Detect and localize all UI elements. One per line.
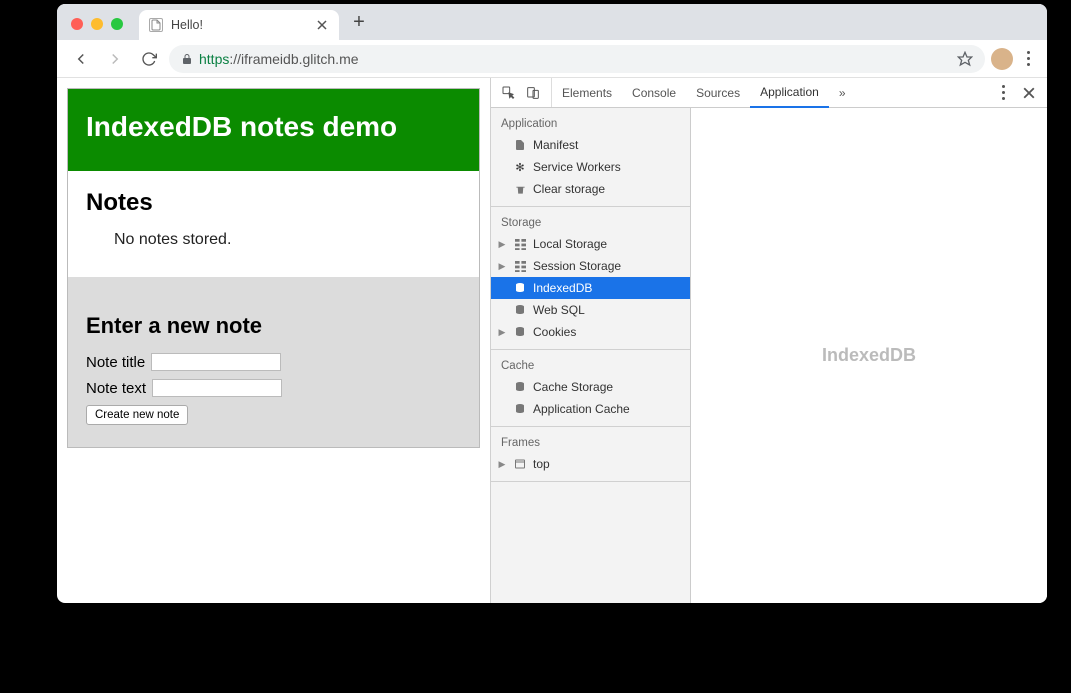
- lock-icon: [181, 53, 193, 65]
- text-field-row: Note text: [86, 379, 461, 397]
- inspect-element-button[interactable]: [497, 81, 521, 105]
- notes-section: Notes No notes stored.: [68, 171, 479, 269]
- section-title-storage: Storage: [491, 209, 690, 233]
- sidebar-item-web-sql[interactable]: Web SQL: [491, 299, 690, 321]
- grid-icon: [513, 259, 527, 273]
- section-cache: Cache Cache Storage Application Cache: [491, 350, 690, 427]
- url: https://iframeidb.glitch.me: [199, 51, 359, 67]
- section-title-frames: Frames: [491, 429, 690, 453]
- sidebar-item-local-storage[interactable]: ▶ Local Storage: [491, 233, 690, 255]
- devtools-main-label: IndexedDB: [822, 345, 916, 366]
- device-toolbar-button[interactable]: [521, 81, 545, 105]
- forward-button[interactable]: [101, 45, 129, 73]
- fullscreen-window-button[interactable]: [111, 18, 123, 30]
- devtools-tab-console[interactable]: Console: [622, 78, 686, 107]
- tab-strip: Hello! +: [57, 4, 1047, 40]
- devtools-tab-elements[interactable]: Elements: [552, 78, 622, 107]
- trash-icon: [513, 182, 527, 196]
- notes-empty-message: No notes stored.: [114, 231, 461, 249]
- gear-icon: ✻: [513, 160, 527, 174]
- devtools-tabs-overflow[interactable]: »: [829, 78, 856, 107]
- browser-menu-button[interactable]: [1019, 51, 1037, 66]
- database-icon: [513, 380, 527, 394]
- sidebar-item-manifest[interactable]: Manifest: [491, 134, 690, 156]
- devtools-main: IndexedDB: [691, 108, 1047, 603]
- close-window-button[interactable]: [71, 18, 83, 30]
- create-note-button[interactable]: Create new note: [86, 405, 188, 425]
- content-area: IndexedDB notes demo Notes No notes stor…: [57, 78, 1047, 603]
- page-title: IndexedDB notes demo: [86, 111, 461, 143]
- section-title-cache: Cache: [491, 352, 690, 376]
- label-note-text: Note text: [86, 380, 146, 397]
- devtools-sidebar: Application Manifest ✻ Service Workers C…: [491, 108, 691, 603]
- tab-title: Hello!: [171, 18, 307, 32]
- profile-avatar[interactable]: [991, 48, 1013, 70]
- devtools-tab-sources[interactable]: Sources: [686, 78, 750, 107]
- page-wrap: IndexedDB notes demo Notes No notes stor…: [67, 88, 480, 448]
- section-frames: Frames ▶ top: [491, 427, 690, 482]
- section-storage: Storage ▶ Local Storage ▶ Session Storag…: [491, 207, 690, 350]
- caret-icon: ▶: [497, 459, 507, 470]
- devtools-body: Application Manifest ✻ Service Workers C…: [491, 108, 1047, 603]
- database-icon: [513, 325, 527, 339]
- minimize-window-button[interactable]: [91, 18, 103, 30]
- browser-tab[interactable]: Hello!: [139, 10, 339, 40]
- database-icon: [513, 402, 527, 416]
- sidebar-item-session-storage[interactable]: ▶ Session Storage: [491, 255, 690, 277]
- sidebar-item-indexeddb[interactable]: IndexedDB: [491, 277, 690, 299]
- notes-heading: Notes: [86, 189, 461, 217]
- bookmark-button[interactable]: [957, 51, 973, 67]
- sidebar-item-application-cache[interactable]: Application Cache: [491, 398, 690, 420]
- browser-window: Hello! + https://iframeidb.glitch.me: [57, 4, 1047, 603]
- new-tab-button[interactable]: +: [345, 8, 373, 36]
- close-tab-button[interactable]: [315, 18, 329, 32]
- devtools-tab-application[interactable]: Application: [750, 78, 829, 108]
- address-bar[interactable]: https://iframeidb.glitch.me: [169, 45, 985, 73]
- note-text-input[interactable]: [152, 379, 282, 397]
- page-icon: [149, 18, 163, 32]
- devtools-tab-bar: Elements Console Sources Application »: [491, 78, 1047, 108]
- url-scheme: https: [199, 51, 229, 67]
- note-title-input[interactable]: [151, 353, 281, 371]
- back-button[interactable]: [67, 45, 95, 73]
- devtools-menu-button[interactable]: [991, 81, 1015, 105]
- window-icon: [513, 457, 527, 471]
- caret-icon: ▶: [497, 261, 507, 272]
- section-title-application: Application: [491, 110, 690, 134]
- page-pane: IndexedDB notes demo Notes No notes stor…: [57, 78, 491, 603]
- reload-button[interactable]: [135, 45, 163, 73]
- page-header: IndexedDB notes demo: [68, 89, 479, 171]
- form-section: Enter a new note Note title Note text Cr…: [68, 277, 479, 447]
- caret-icon: ▶: [497, 239, 507, 250]
- url-rest: ://iframeidb.glitch.me: [229, 51, 358, 67]
- browser-toolbar: https://iframeidb.glitch.me: [57, 40, 1047, 78]
- devtools-pane: Elements Console Sources Application »: [491, 78, 1047, 603]
- sidebar-item-clear-storage[interactable]: Clear storage: [491, 178, 690, 200]
- sidebar-item-cache-storage[interactable]: Cache Storage: [491, 376, 690, 398]
- devtools-close-button[interactable]: [1017, 81, 1041, 105]
- sidebar-item-service-workers[interactable]: ✻ Service Workers: [491, 156, 690, 178]
- form-heading: Enter a new note: [86, 313, 461, 339]
- file-icon: [513, 138, 527, 152]
- sidebar-item-cookies[interactable]: ▶ Cookies: [491, 321, 690, 343]
- caret-icon: ▶: [497, 327, 507, 338]
- label-note-title: Note title: [86, 354, 145, 371]
- window-controls: [71, 18, 123, 30]
- title-field-row: Note title: [86, 353, 461, 371]
- database-icon: [513, 281, 527, 295]
- database-icon: [513, 303, 527, 317]
- sidebar-item-frame-top[interactable]: ▶ top: [491, 453, 690, 475]
- grid-icon: [513, 237, 527, 251]
- section-application: Application Manifest ✻ Service Workers C…: [491, 108, 690, 207]
